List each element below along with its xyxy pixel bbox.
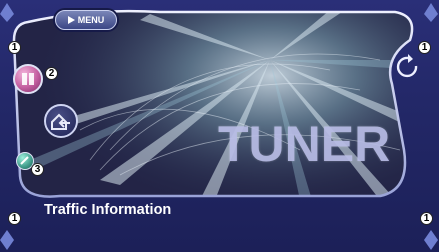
callout-1-bottom-left: 1	[8, 212, 21, 225]
pause-split-icon	[22, 73, 34, 85]
callout-3-scroll: 3	[31, 163, 44, 176]
source-title: TUNER	[218, 116, 391, 172]
return-button[interactable]	[44, 104, 78, 138]
callout-1-top-left: 1	[8, 41, 21, 54]
home-return-icon	[51, 113, 70, 130]
callout-2-source: 2	[45, 67, 58, 80]
traffic-information-text: Traffic Information	[44, 202, 172, 218]
menu-button[interactable]: MENU	[55, 10, 117, 30]
tuner-screen: MENU TUNER Traffic Information 1 1 1 1 2	[0, 0, 439, 252]
callout-1-top-right: 1	[418, 41, 431, 54]
menu-button-label: MENU	[77, 15, 105, 25]
scroll-text-icon	[20, 156, 29, 165]
rotate-arrow-icon	[396, 54, 418, 78]
play-triangle-icon	[67, 16, 75, 24]
source-button[interactable]	[13, 64, 43, 94]
callout-1-bottom-right: 1	[420, 212, 433, 225]
rotate-button[interactable]	[394, 54, 422, 82]
